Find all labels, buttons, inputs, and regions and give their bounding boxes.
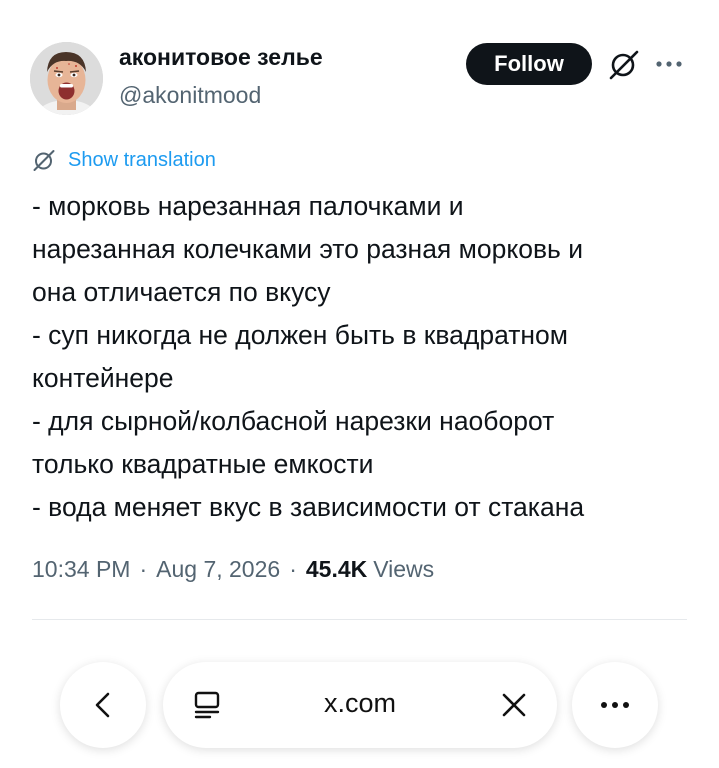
views-count: 45.4K	[305, 556, 368, 582]
avatar-image	[30, 42, 103, 115]
meta-separator: ·	[139, 556, 148, 582]
tweet-text: - морковь нарезанная палочками и нарезан…	[32, 185, 697, 529]
grok-icon	[33, 150, 55, 171]
tweet-time[interactable]: 10:34 PM	[32, 556, 130, 583]
tweet-text-line: - для сырной/колбасной нарезки наоборот	[32, 406, 555, 436]
back-button[interactable]	[60, 662, 146, 748]
show-translation-label: Show translation	[68, 148, 216, 171]
show-translation-link[interactable]: Show translation	[32, 146, 216, 174]
address-bar[interactable]: x.com	[163, 662, 557, 748]
tweet-text-line: - вода меняет вкус в зависимости от стак…	[32, 492, 585, 522]
tweet-text-line: - морковь нарезанная палочками и	[32, 191, 464, 221]
tweet-text-line: контейнере	[32, 363, 174, 393]
display-name[interactable]: аконитовое зелье	[119, 44, 323, 71]
tweet-meta: 10:34 PM · Aug 7, 2026 · 45.4K Views	[32, 556, 434, 583]
tweet-date[interactable]: Aug 7, 2026	[156, 556, 280, 583]
more-horizontal-icon[interactable]	[652, 50, 686, 78]
views-label: Views	[373, 556, 435, 582]
tweet-text-line: только квадратные емкости	[32, 449, 374, 479]
user-handle[interactable]: @akonitmood	[119, 82, 261, 109]
meta-separator: ·	[289, 556, 297, 582]
more-horizontal-icon	[601, 702, 629, 708]
divider	[32, 619, 687, 620]
chevron-left-icon	[95, 692, 110, 718]
tweet-text-line: - суп никогда не должен быть в квадратно…	[32, 320, 568, 350]
avatar[interactable]	[30, 42, 103, 115]
url-text[interactable]: x.com	[163, 688, 557, 719]
tweet-text-line: она отличается по вкусу	[32, 277, 331, 307]
follow-button[interactable]: Follow	[466, 43, 592, 85]
grok-icon[interactable]	[608, 48, 640, 80]
close-icon[interactable]	[501, 692, 527, 718]
tweet-text-line: нарезанная колечками это разная морковь …	[32, 234, 584, 264]
browser-menu-button[interactable]	[572, 662, 658, 748]
